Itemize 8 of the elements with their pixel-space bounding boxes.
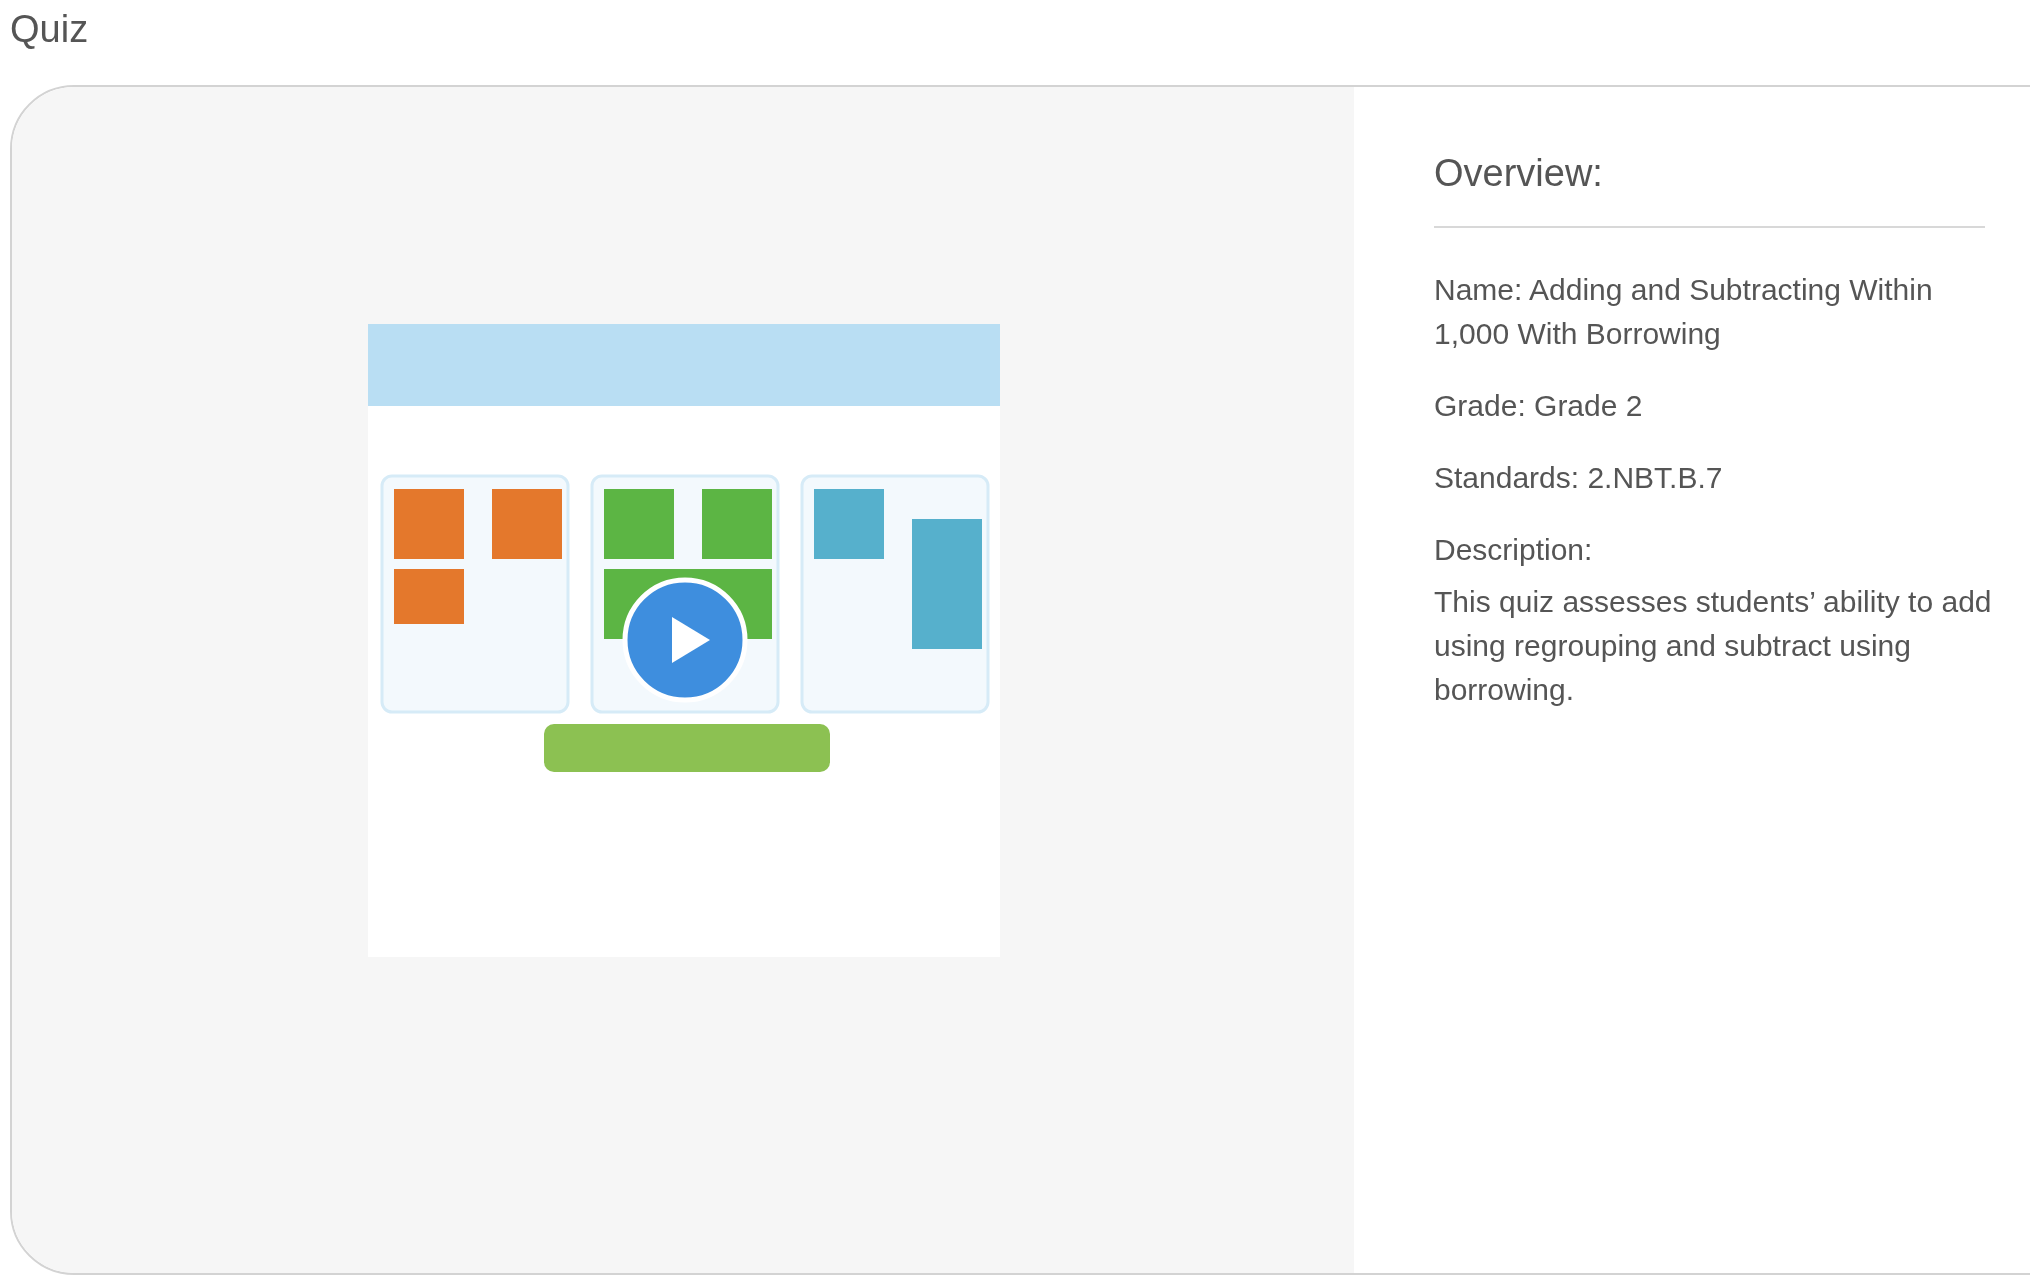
description-label: Description: [1434, 532, 1594, 568]
overview-field: Name: Adding and Subtracting Within 1,000 With Borrowing [1434, 268, 1994, 356]
page-title: Quiz [10, 7, 90, 52]
overview-field: Standards: 2.NBT.B.7 [1434, 456, 1994, 500]
play-icon[interactable] [622, 576, 748, 703]
description-text: This quiz assesses students’ ability to add using regrouping and subtract using borrowing. [1434, 584, 1993, 708]
overview-heading: Overview: [1434, 151, 1604, 196]
overview-field: Grade: Grade 2 [1434, 384, 1994, 428]
